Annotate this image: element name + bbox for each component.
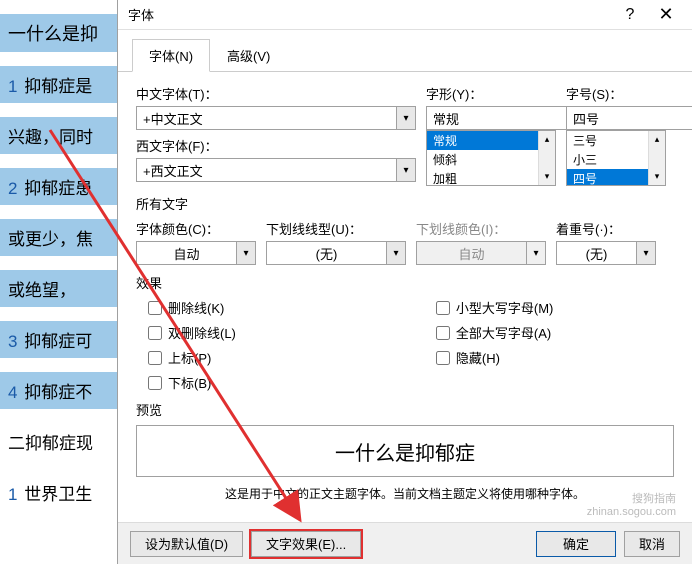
style-listbox[interactable]: 常规 倾斜 加粗 ▴ ▾ [426,130,556,186]
dialog-title: 字体 [126,5,612,24]
scroll-up-icon[interactable]: ▴ [649,131,665,148]
preview-box: 一什么是抑郁症 [136,425,674,477]
strike-checkbox[interactable]: 删除线(K) [148,298,236,317]
ok-button[interactable]: 确定 [536,531,616,557]
doc-line: 或绝望， [0,270,130,307]
subscript-checkbox[interactable]: 下标(B) [148,373,236,392]
tab-advanced[interactable]: 高级(V) [210,39,287,72]
dialog-footer: 设为默认值(D) 文字效果(E)... 确定 取消 [118,522,692,564]
underline-color-value: 自动 [416,241,526,265]
allcaps-checkbox[interactable]: 全部大写字母(A) [436,323,554,342]
emphasis-dropdown[interactable]: (无) ▾ [556,241,656,265]
scroll-up-icon[interactable]: ▴ [539,131,555,148]
scroll-down-icon[interactable]: ▾ [539,168,555,185]
size-listbox[interactable]: 三号 小三 四号 ▴ ▾ [566,130,666,186]
doc-heading: 一什么是抑 [0,14,130,52]
font-color-value: 自动 [136,241,236,265]
list-item[interactable]: 常规 [427,131,555,150]
cancel-button[interactable]: 取消 [624,531,680,557]
tab-strip: 字体(N) 高级(V) [118,30,692,72]
font-dialog: 字体 ? ✕ 字体(N) 高级(V) 中文字体(T)： ▾ 西文字体(F)： ▾ [117,0,692,564]
list-item[interactable]: 加粗 [427,169,555,186]
doc-line: 2 抑郁症患 [0,168,130,205]
scrollbar[interactable]: ▴ ▾ [538,131,555,185]
doc-line: 或更少，焦 [0,219,130,256]
chevron-down-icon[interactable]: ▾ [396,106,416,130]
list-item[interactable]: 倾斜 [427,150,555,169]
effects-label: 效果 [136,273,674,292]
emphasis-label: 着重号(·)： [556,219,656,238]
hidden-checkbox[interactable]: 隐藏(H) [436,348,554,367]
scroll-down-icon[interactable]: ▾ [649,168,665,185]
document-background: 一什么是抑 1 抑郁症是 兴趣，同时 2 抑郁症患 或更少，焦 或绝望， 3 抑… [0,0,130,564]
doc-line: 4 抑郁症不 [0,372,130,409]
close-button[interactable]: ✕ [648,4,684,25]
western-font-combo[interactable]: ▾ [136,158,416,182]
doc-line: 1 世界卫生 [0,474,130,511]
size-label: 字号(S)： [566,84,666,103]
doc-line: 二抑郁症现 [0,423,130,460]
text-effects-button[interactable]: 文字效果(E)... [251,531,361,557]
chevron-down-icon[interactable]: ▾ [386,241,406,265]
titlebar: 字体 ? ✕ [118,0,692,30]
superscript-checkbox[interactable]: 上标(P) [148,348,236,367]
chevron-down-icon[interactable]: ▾ [236,241,256,265]
western-font-label: 西文字体(F)： [136,136,416,155]
underline-color-dropdown: 自动 ▾ [416,241,546,265]
chevron-down-icon: ▾ [526,241,546,265]
tab-font[interactable]: 字体(N) [132,39,210,72]
chevron-down-icon[interactable]: ▾ [396,158,416,182]
doc-line: 兴趣，同时 [0,117,130,154]
underline-value: (无) [266,241,386,265]
underline-label: 下划线线型(U)： [266,219,406,238]
help-button[interactable]: ? [612,6,648,24]
chinese-font-combo[interactable]: ▾ [136,106,416,130]
all-text-label: 所有文字 [136,194,674,213]
western-font-input[interactable] [136,158,396,182]
style-input-combo[interactable] [426,106,556,130]
chinese-font-input[interactable] [136,106,396,130]
smallcaps-checkbox[interactable]: 小型大写字母(M) [436,298,554,317]
chinese-font-label: 中文字体(T)： [136,84,416,103]
double-strike-checkbox[interactable]: 双删除线(L) [148,323,236,342]
doc-line: 1 抑郁症是 [0,66,130,103]
style-label: 字形(Y)： [426,84,556,103]
preview-note: 这是用于中文的正文主题字体。当前文档主题定义将使用哪种字体。 [136,485,674,502]
size-input[interactable] [566,106,692,130]
underline-dropdown[interactable]: (无) ▾ [266,241,406,265]
emphasis-value: (无) [556,241,636,265]
preview-label: 预览 [136,400,674,419]
preview-text: 一什么是抑郁症 [335,437,475,466]
size-input-combo[interactable] [566,106,666,130]
underline-color-label: 下划线颜色(I)： [416,219,546,238]
font-color-dropdown[interactable]: 自动 ▾ [136,241,256,265]
scrollbar[interactable]: ▴ ▾ [648,131,665,185]
doc-line: 3 抑郁症可 [0,321,130,358]
font-color-label: 字体颜色(C)： [136,219,256,238]
dialog-body: 中文字体(T)： ▾ 西文字体(F)： ▾ 字形(Y)： 常规 [118,72,692,556]
chevron-down-icon[interactable]: ▾ [636,241,656,265]
set-default-button[interactable]: 设为默认值(D) [130,531,243,557]
